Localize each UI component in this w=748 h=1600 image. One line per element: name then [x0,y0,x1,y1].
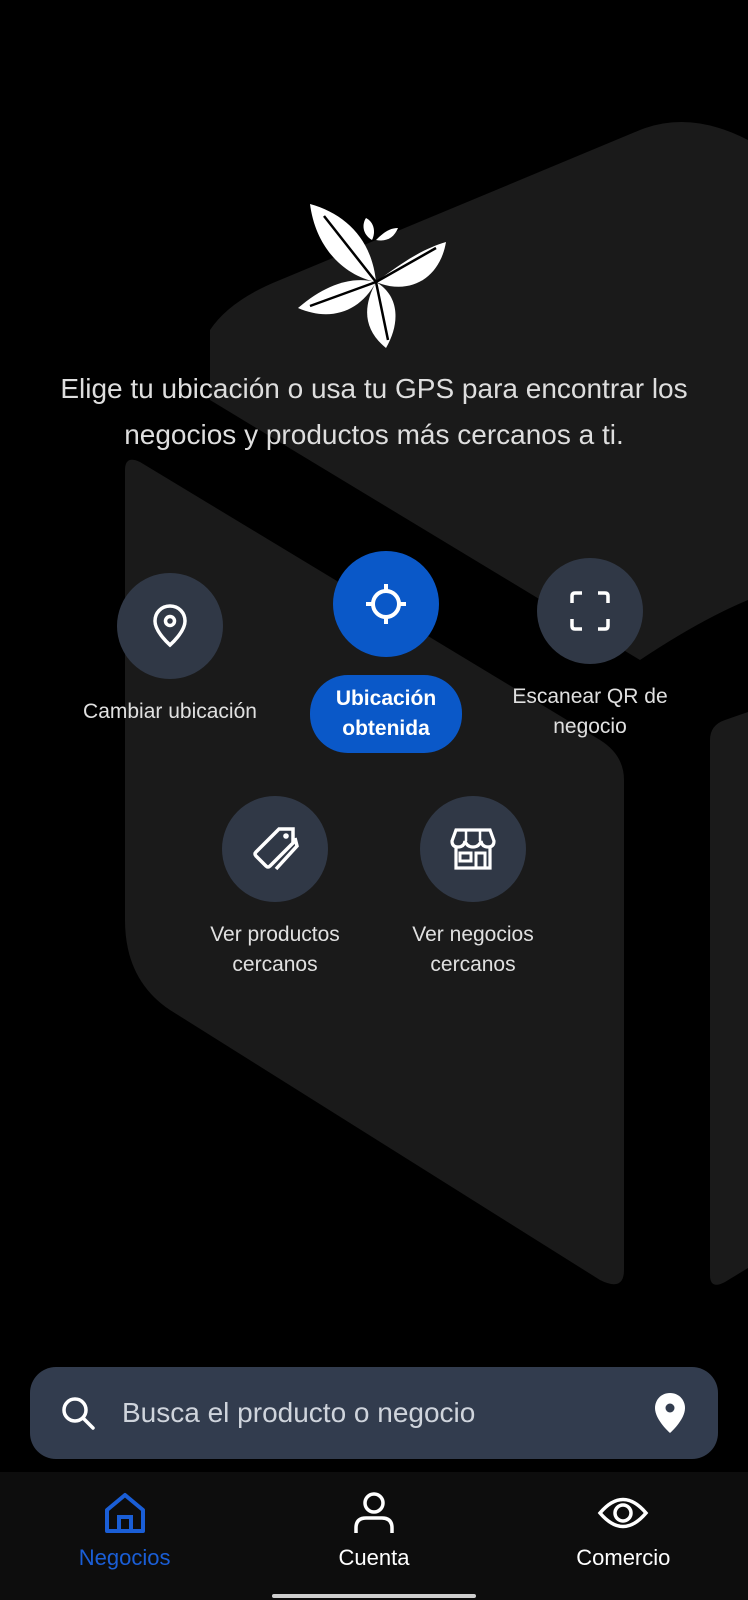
tag-icon [253,827,299,871]
nearby-products-button[interactable]: Ver productos cercanos [170,796,380,980]
store-icon [450,828,496,870]
eye-icon [598,1497,649,1529]
intro-text: Elige tu ubicación o usa tu GPS para enc… [60,373,688,450]
search-bar[interactable] [30,1367,718,1459]
location-obtained-button[interactable]: Ubicación obtenida [302,551,470,753]
nearby-businesses-button[interactable]: Ver negocios cercanos [368,796,578,980]
search-input[interactable] [120,1396,652,1430]
nearby-businesses-label: Ver negocios cercanos [412,923,534,976]
home-indicator [272,1594,476,1598]
logo-leaves-icon [298,204,446,348]
scan-frame-icon [570,591,610,631]
nav-item-comercio[interactable]: Comercio [499,1472,748,1600]
nav-label-negocios: Negocios [78,1545,171,1570]
scan-qr-label: Escanear QR de negocio [512,685,668,738]
person-icon [354,1492,394,1533]
nav-item-negocios[interactable]: Negocios [0,1472,249,1600]
nav-label-comercio: Comercio [576,1545,671,1570]
nearby-products-label: Ver productos cercanos [210,923,340,976]
nearby-businesses-circle[interactable] [420,796,526,902]
nav-label-cuenta: Cuenta [338,1545,410,1570]
location-obtained-pill[interactable]: Ubicación obtenida [310,675,462,753]
change-location-label: Cambiar ubicación [83,700,257,723]
search-location-pin-icon[interactable] [652,1391,688,1435]
nearby-products-circle[interactable] [222,796,328,902]
home-icon [104,1493,145,1533]
change-location-button[interactable]: Cambiar ubicación [60,573,280,727]
scan-qr-circle[interactable] [537,558,643,664]
nav-item-cuenta[interactable]: Cuenta [249,1472,498,1600]
bottom-navigation: Negocios Cuenta Comercio [0,1472,748,1600]
crosshair-icon [366,584,406,624]
location-pin-icon [153,604,187,648]
change-location-circle[interactable] [117,573,223,679]
search-icon [62,1397,95,1430]
location-obtained-circle[interactable] [333,551,439,657]
scan-qr-button[interactable]: Escanear QR de negocio [480,558,700,742]
